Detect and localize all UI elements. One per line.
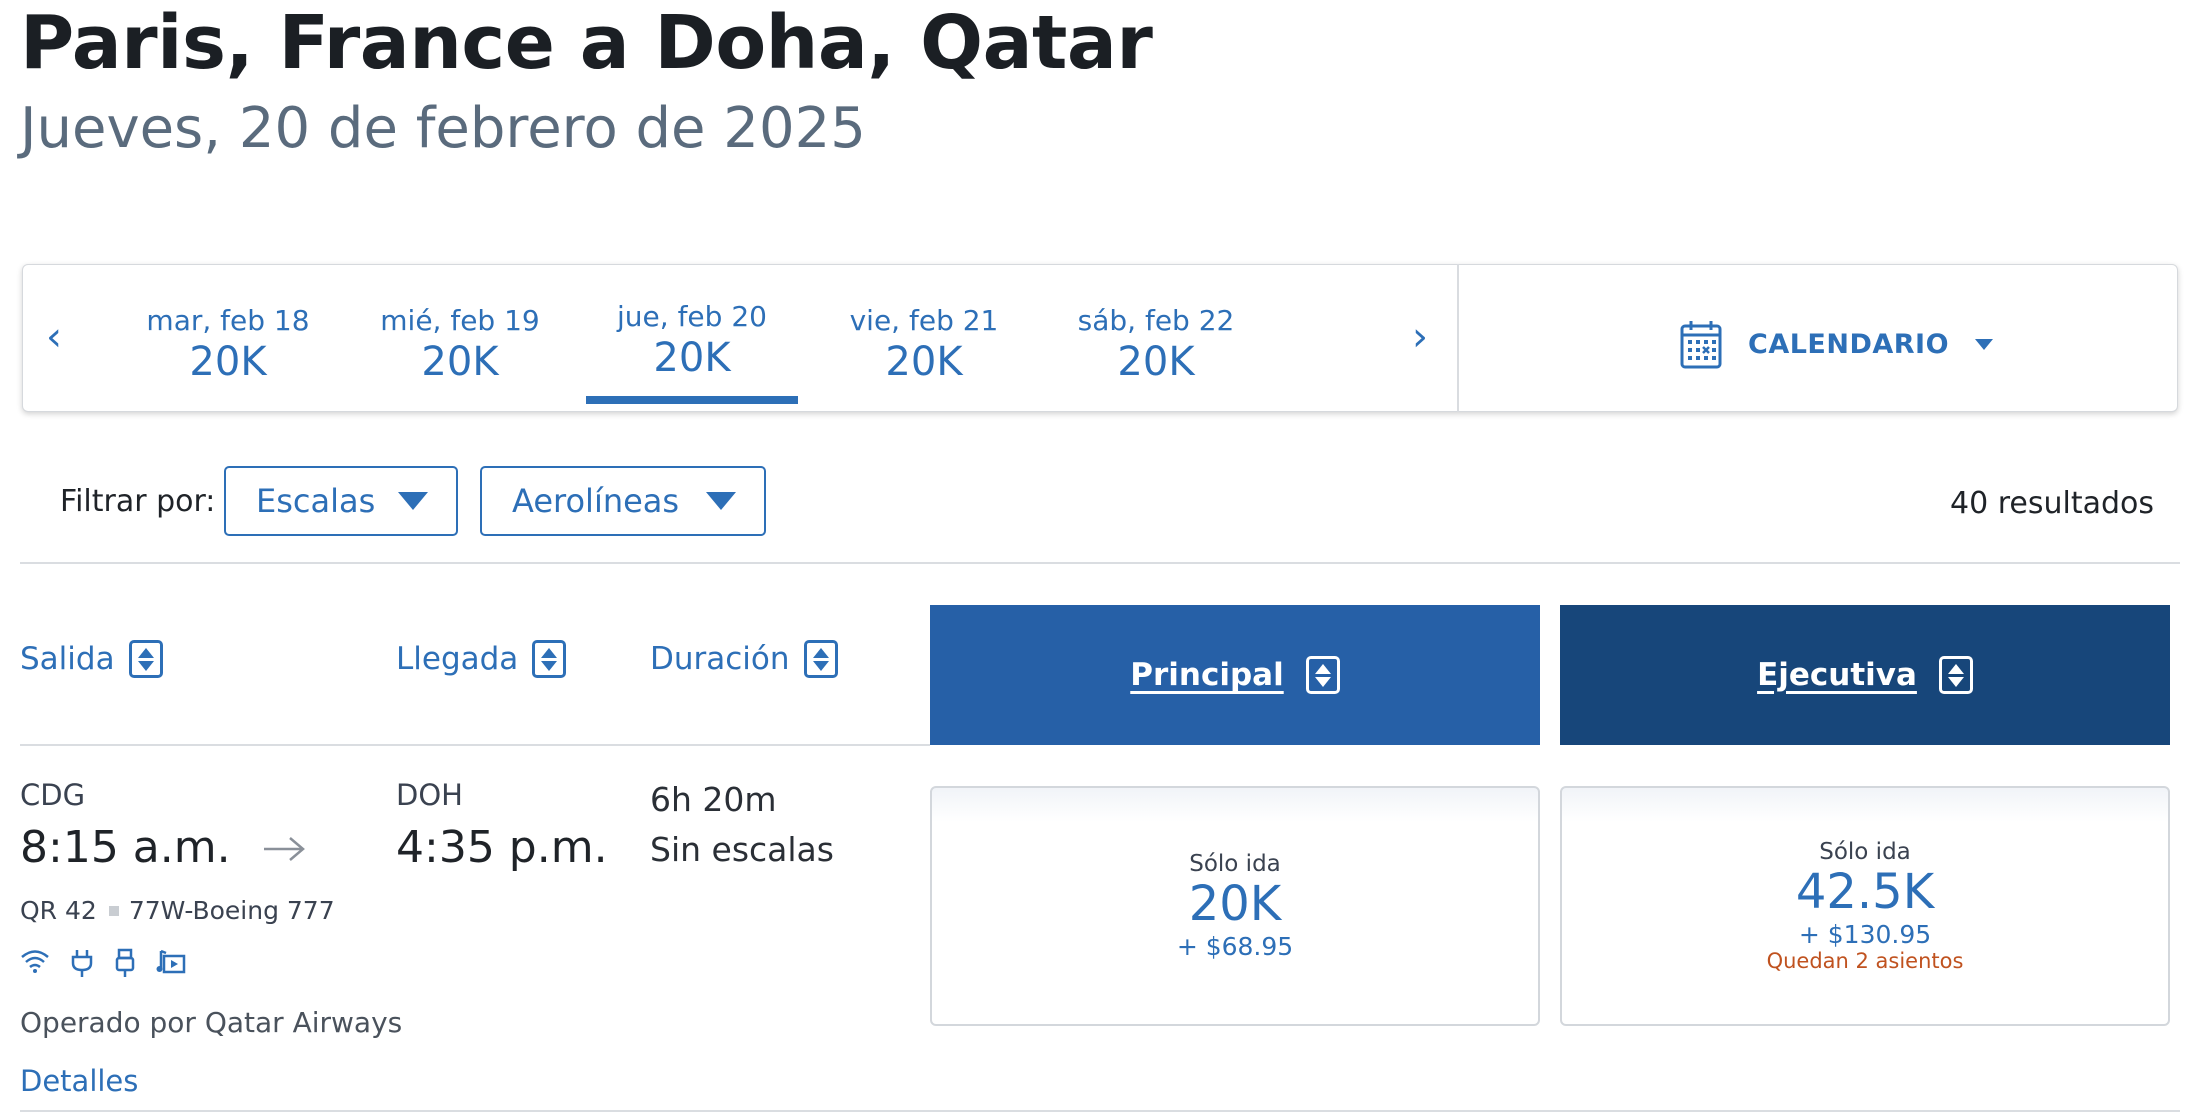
arrow-right-icon xyxy=(264,837,305,861)
chevron-down-icon xyxy=(1975,338,1994,350)
date-option-feb-18[interactable]: mar, feb 18 20K xyxy=(122,304,334,385)
fare-fee: + $130.95 xyxy=(1798,920,1932,950)
next-dates-button[interactable]: › xyxy=(1412,314,1428,360)
calendar-button[interactable]: CALENDARIO xyxy=(1680,316,1994,372)
main-cabin-label: Principal xyxy=(1130,657,1284,693)
date-label: mié, feb 19 xyxy=(380,304,540,337)
date-price: 20K xyxy=(885,339,963,385)
divider xyxy=(20,744,930,746)
date-label: vie, feb 21 xyxy=(849,304,999,337)
fare-miles: 20K xyxy=(1188,875,1282,932)
separator xyxy=(108,905,119,916)
departure-time: 8:15 a.m. xyxy=(20,822,231,873)
sort-icon xyxy=(532,640,567,678)
calendar-icon xyxy=(1680,321,1722,369)
business-cabin-fare-button[interactable]: Sólo ida 42.5K + $130.95 Quedan 2 asient… xyxy=(1560,786,2170,1026)
fare-fee: + $68.95 xyxy=(1176,932,1294,962)
aircraft-type: 77W-Boeing 777 xyxy=(128,896,335,925)
arrival-header-label: Llegada xyxy=(396,641,519,677)
fare-type: Sólo ida xyxy=(1819,838,1911,865)
page-subtitle: Jueves, 20 de febrero de 2025 xyxy=(20,96,866,161)
destination-airport: DOH xyxy=(396,778,463,812)
stops-filter-label: Escalas xyxy=(256,482,376,520)
date-label: jue, feb 20 xyxy=(617,300,767,333)
sort-icon xyxy=(1305,656,1340,694)
departure-header-label: Salida xyxy=(20,641,115,677)
sort-icon xyxy=(1938,656,1973,694)
details-link[interactable]: Detalles xyxy=(20,1064,138,1098)
business-cabin-label: Ejecutiva xyxy=(1757,657,1917,693)
usb-icon xyxy=(115,948,135,977)
date-label: mar, feb 18 xyxy=(146,304,310,337)
operated-by: Operado por Qatar Airways xyxy=(20,1006,403,1039)
sort-icon xyxy=(803,640,838,678)
power-outlet-icon xyxy=(71,950,93,977)
chevron-down-icon xyxy=(706,492,736,510)
divider xyxy=(20,562,2180,564)
filter-label: Filtrar por: xyxy=(60,484,216,519)
entertainment-icon xyxy=(156,949,186,974)
calendar-label: CALENDARIO xyxy=(1748,328,1950,360)
date-price: 20K xyxy=(189,339,267,385)
sort-by-arrival[interactable]: Llegada xyxy=(396,640,567,678)
sort-by-business-cabin[interactable]: Ejecutiva xyxy=(1560,605,2170,745)
sort-icon xyxy=(128,640,163,678)
sort-by-main-cabin[interactable]: Principal xyxy=(930,605,1540,745)
sort-by-departure[interactable]: Salida xyxy=(20,640,163,678)
main-cabin-fare-button[interactable]: Sólo ida 20K + $68.95 xyxy=(930,786,1540,1026)
flight-info: QR 42 77W-Boeing 777 xyxy=(20,896,335,925)
seats-left-warning: Quedan 2 asientos xyxy=(1766,949,1964,974)
date-label: sáb, feb 22 xyxy=(1077,304,1235,337)
date-option-feb-19[interactable]: mié, feb 19 20K xyxy=(354,304,566,385)
fare-miles: 42.5K xyxy=(1795,863,1935,920)
origin-airport: CDG xyxy=(20,778,86,812)
stops-info: Sin escalas xyxy=(650,830,834,869)
duration-header-label: Duración xyxy=(650,641,790,677)
date-option-feb-20-selected[interactable]: jue, feb 20 20K xyxy=(586,300,798,381)
date-price: 20K xyxy=(1117,339,1195,385)
date-option-feb-21[interactable]: vie, feb 21 20K xyxy=(818,304,1030,385)
airlines-filter-label: Aerolíneas xyxy=(512,482,680,520)
fare-type: Sólo ida xyxy=(1189,850,1281,877)
card-divider xyxy=(1457,264,1459,412)
flight-duration: 6h 20m xyxy=(650,780,777,819)
stops-filter-dropdown[interactable]: Escalas xyxy=(224,466,458,536)
flight-number: QR 42 xyxy=(20,896,97,925)
wifi-icon xyxy=(21,950,49,973)
chevron-down-icon xyxy=(398,492,428,510)
page-title: Paris, France a Doha, Qatar xyxy=(20,0,1153,86)
date-price: 20K xyxy=(653,335,731,381)
sort-by-duration[interactable]: Duración xyxy=(650,640,838,678)
arrival-time: 4:35 p.m. xyxy=(396,822,608,873)
date-price: 20K xyxy=(421,339,499,385)
airlines-filter-dropdown[interactable]: Aerolíneas xyxy=(480,466,766,536)
date-option-feb-22[interactable]: sáb, feb 22 20K xyxy=(1050,304,1262,385)
selected-date-indicator xyxy=(586,396,798,404)
previous-dates-button[interactable]: ‹ xyxy=(46,314,62,360)
amenities xyxy=(20,948,186,978)
results-count: 40 resultados xyxy=(1950,486,2154,521)
